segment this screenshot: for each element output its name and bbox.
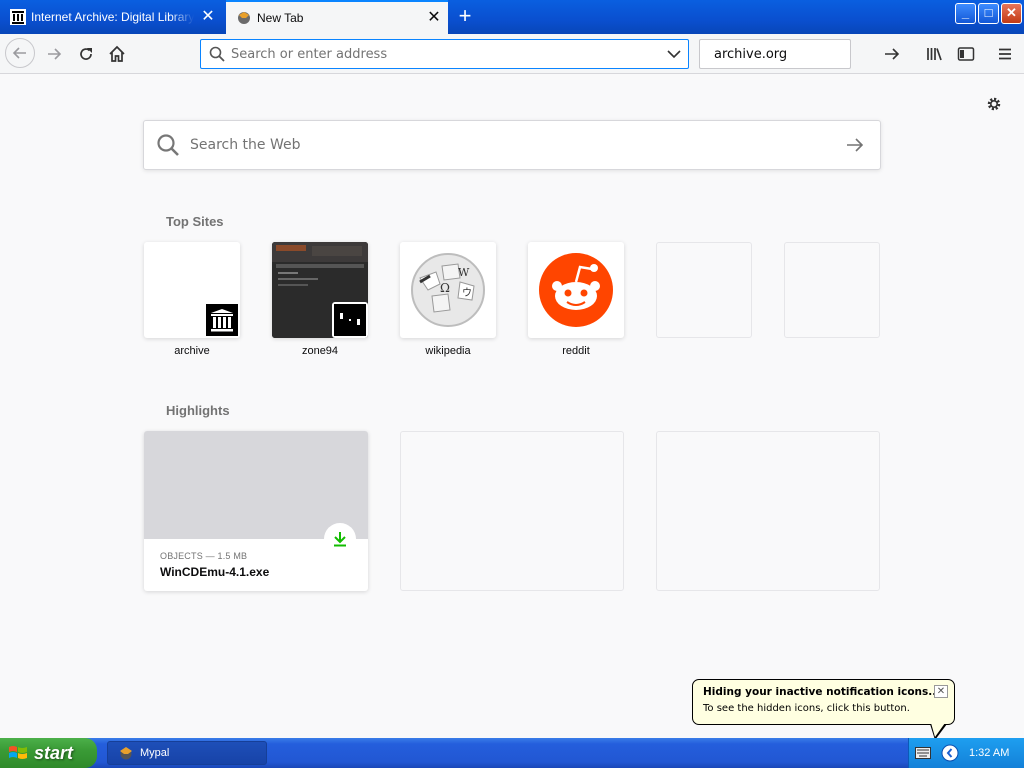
top-site-label: zone94 <box>301 345 339 357</box>
download-arrow-icon <box>324 523 356 555</box>
window-minimize-button[interactable]: _ <box>955 3 976 24</box>
keyboard-icon[interactable] <box>915 747 931 759</box>
top-site-archive[interactable]: archive <box>144 242 240 357</box>
window-close-button[interactable]: ✕ <box>1001 3 1022 24</box>
taskbar: start Mypal 1:32 AM <box>0 738 1024 768</box>
balloon-tail-fill <box>931 723 945 737</box>
tab-close-icon[interactable]: ✕ <box>420 10 448 26</box>
tab-new-tab[interactable]: New Tab ✕ <box>226 0 448 34</box>
search-icon <box>157 134 179 156</box>
search-bar[interactable] <box>699 39 900 69</box>
tab-close-icon[interactable]: ✕ <box>194 9 222 25</box>
search-icon <box>209 46 225 62</box>
clock: 1:32 AM <box>969 747 1010 759</box>
system-tray: 1:32 AM <box>908 738 1024 768</box>
forward-button[interactable] <box>40 40 68 68</box>
top-site-zone94[interactable]: zone94 <box>272 242 368 357</box>
sidebar-icon <box>957 47 975 61</box>
tab-label: Internet Archive: Digital Library of <box>31 10 194 24</box>
mypal-favicon-icon <box>236 10 252 26</box>
address-input[interactable] <box>231 46 660 62</box>
highlight-title: WinCDEmu-4.1.exe <box>160 565 270 579</box>
tab-label: New Tab <box>257 11 304 25</box>
archive-logo-icon <box>204 302 240 338</box>
library-button[interactable] <box>921 40 949 68</box>
show-hidden-icons-chevron-icon[interactable] <box>941 744 959 762</box>
tab-strip: Internet Archive: Digital Library of ✕ N… <box>0 0 1024 34</box>
web-search-input[interactable] <box>190 137 830 153</box>
svg-text:Ω: Ω <box>440 281 450 295</box>
new-tab-page: Top Sites archive <box>0 75 1024 738</box>
svg-text:ウ: ウ <box>462 287 472 299</box>
settings-gear-icon[interactable] <box>983 93 1005 115</box>
svg-text:W: W <box>458 266 470 279</box>
home-icon <box>109 45 125 62</box>
windows-flag-icon <box>9 746 27 759</box>
web-search-go-arrow-icon[interactable] <box>830 121 880 169</box>
mypal-app-icon <box>120 747 132 760</box>
new-tab-plus-icon[interactable]: + <box>452 4 478 30</box>
balloon-title: Hiding your inactive notification icons.… <box>703 686 941 698</box>
sidebar-toggle-button[interactable] <box>952 40 980 68</box>
balloon-text: To see the hidden icons, click this butt… <box>703 703 910 714</box>
taskbar-item-mypal[interactable]: Mypal <box>107 741 267 765</box>
top-site-label: archive <box>174 345 210 357</box>
top-sites-heading: Top Sites <box>166 214 224 229</box>
back-button[interactable] <box>5 38 35 68</box>
wikipedia-globe-icon: Ω W ウ <box>411 253 485 327</box>
notification-balloon[interactable]: Hiding your inactive notification icons.… <box>692 679 955 725</box>
search-go-arrow-icon[interactable] <box>884 40 900 68</box>
highlight-empty-slot <box>656 431 880 591</box>
address-bar[interactable] <box>200 39 689 69</box>
hamburger-menu-button[interactable] <box>991 40 1019 68</box>
start-button[interactable]: start <box>0 738 97 768</box>
reddit-alien-icon <box>539 253 613 327</box>
search-input[interactable] <box>714 46 884 62</box>
navigation-toolbar <box>0 34 1024 74</box>
top-site-label: reddit <box>562 345 590 357</box>
top-site-reddit[interactable]: reddit <box>528 242 624 357</box>
top-site-wikipedia[interactable]: Ω W ウ wikipedia <box>400 242 496 357</box>
url-dropdown-chevron-icon[interactable] <box>660 40 688 68</box>
back-arrow-icon <box>12 47 26 59</box>
tab-internet-archive[interactable]: Internet Archive: Digital Library of ✕ <box>0 0 222 34</box>
forward-arrow-icon <box>48 48 62 60</box>
reload-icon <box>80 48 92 60</box>
window-maximize-button[interactable]: □ <box>978 3 999 24</box>
highlight-meta: OBJECTS — 1.5 MB <box>160 551 248 561</box>
hamburger-menu-icon <box>999 48 1011 60</box>
balloon-close-button[interactable]: ✕ <box>934 685 948 698</box>
top-site-empty-slot[interactable] <box>656 242 752 338</box>
highlight-card-download[interactable]: OBJECTS — 1.5 MB WinCDEmu-4.1.exe <box>144 431 368 591</box>
taskbar-item-label: Mypal <box>140 747 170 759</box>
top-site-empty-slot[interactable] <box>784 242 880 338</box>
archive-favicon-icon <box>10 9 26 25</box>
library-icon <box>927 48 942 61</box>
start-label: start <box>34 742 74 763</box>
web-search-box[interactable] <box>143 120 881 170</box>
highlight-empty-slot <box>400 431 624 591</box>
top-site-label: wikipedia <box>425 345 471 357</box>
home-button[interactable] <box>103 40 131 68</box>
highlights-heading: Highlights <box>166 403 230 418</box>
zone94-logo-icon <box>332 302 368 338</box>
reload-button[interactable] <box>72 40 100 68</box>
